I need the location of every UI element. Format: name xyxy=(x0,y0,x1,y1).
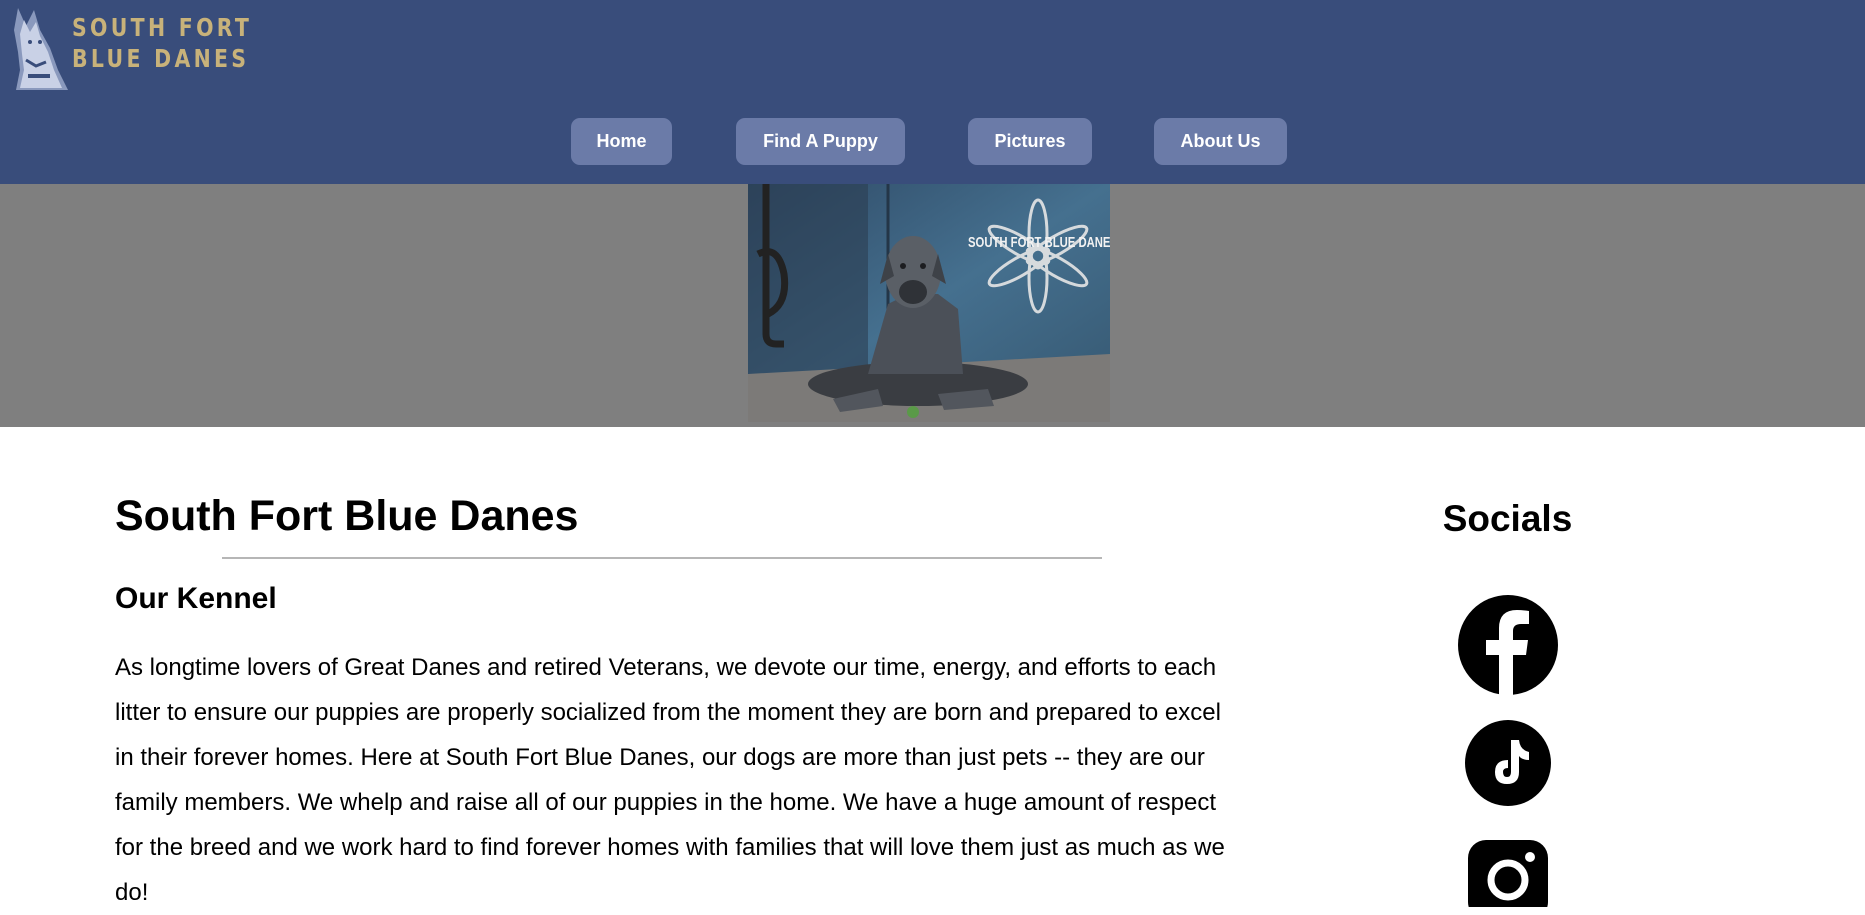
great-dane-photo: SOUTH FORT BLUE DANES xyxy=(748,184,1110,422)
nav-about-button[interactable]: About Us xyxy=(1154,118,1287,165)
section-title: Our Kennel xyxy=(115,582,277,615)
instagram-icon xyxy=(1468,840,1548,915)
brand-line-2: BLUE DANES xyxy=(72,44,250,73)
page-title: South Fort Blue Danes xyxy=(115,492,579,540)
hero-banner: SOUTH FORT BLUE DANES xyxy=(0,184,1865,427)
kennel-description: As longtime lovers of Great Danes and re… xyxy=(115,654,1225,906)
nav-find-puppy-button[interactable]: Find A Puppy xyxy=(736,118,905,165)
nav-pictures-button[interactable]: Pictures xyxy=(968,118,1092,165)
tiktok-link[interactable] xyxy=(1465,720,1551,811)
socials-title: Socials xyxy=(1442,498,1573,539)
hero-image: SOUTH FORT BLUE DANES xyxy=(748,184,1110,422)
main-nav: Home Find A Puppy Pictures About Us xyxy=(0,118,1865,166)
great-dane-logo-icon xyxy=(14,8,68,90)
instagram-link[interactable] xyxy=(1468,840,1548,915)
hero-watermark-text: SOUTH FORT BLUE DANES xyxy=(968,234,1110,251)
brand-line-1: SOUTH FORT xyxy=(72,13,253,42)
site-header: SOUTH FORT BLUE DANES Home Find A Puppy … xyxy=(0,0,1865,184)
brand-name: SOUTH FORT BLUE DANES xyxy=(72,12,252,74)
facebook-icon xyxy=(1458,595,1558,695)
site-logo[interactable]: SOUTH FORT BLUE DANES xyxy=(6,0,249,90)
nav-home-button[interactable]: Home xyxy=(571,118,672,165)
title-divider xyxy=(222,557,1102,559)
facebook-link[interactable] xyxy=(1458,595,1558,700)
tiktok-icon xyxy=(1465,720,1551,806)
